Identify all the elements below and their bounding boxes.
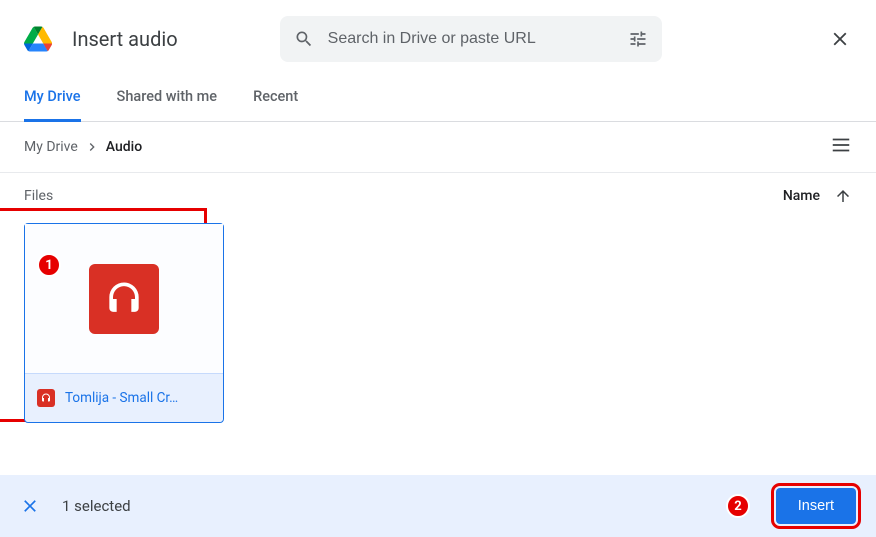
close-icon [829,28,851,50]
tabs: My Drive Shared with me Recent [0,74,876,122]
breadcrumb-current: Audio [106,139,142,155]
annotation-badge-1: 1 [37,253,61,277]
selected-count: 1 selected [62,497,131,515]
list-view-icon [830,134,852,156]
breadcrumb-row: My Drive Audio [0,122,876,173]
list-view-button[interactable] [830,134,852,160]
sort-label: Name [783,188,820,204]
dialog-title: Insert audio [72,27,178,51]
arrow-up-icon [834,187,852,205]
chevron-right-icon [84,139,100,155]
audio-file-small-icon [37,389,55,407]
files-grid: Tomlija - Small Cr… [0,215,876,431]
tab-recent[interactable]: Recent [253,74,298,122]
audio-file-icon [89,264,159,334]
insert-button[interactable]: Insert [776,488,856,524]
file-name-row: Tomlija - Small Cr… [25,374,223,422]
sort-control[interactable]: Name [783,187,852,205]
files-header: Files Name [0,173,876,215]
breadcrumb: My Drive Audio [24,139,142,155]
tune-icon[interactable] [628,29,648,49]
tab-my-drive[interactable]: My Drive [24,74,81,122]
search-input[interactable] [328,30,614,48]
file-card[interactable]: Tomlija - Small Cr… [24,223,224,423]
search-box[interactable] [280,16,662,62]
search-icon [294,29,314,49]
header: Insert audio [0,0,876,74]
tab-shared-with-me[interactable]: Shared with me [117,74,218,122]
clear-selection-button[interactable] [20,496,40,516]
annotation-badge-2: 2 [726,494,750,518]
close-button[interactable] [828,27,852,51]
file-thumbnail [25,224,223,374]
file-name: Tomlija - Small Cr… [65,390,178,406]
breadcrumb-root[interactable]: My Drive [24,139,78,155]
close-icon [20,496,40,516]
drive-logo-icon [24,26,52,52]
files-section-label: Files [24,188,53,204]
